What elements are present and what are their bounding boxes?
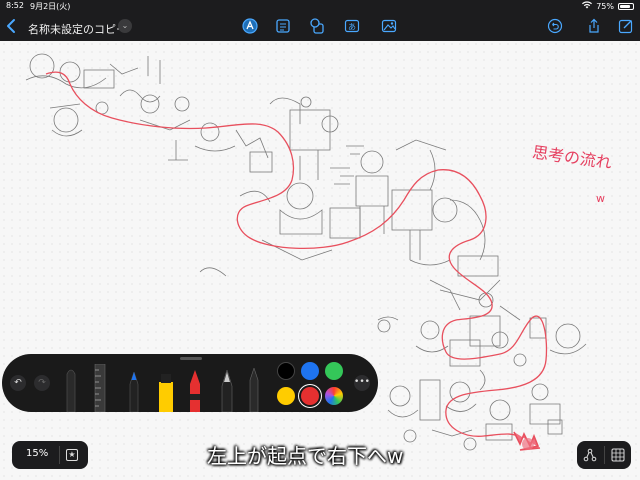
image-icon[interactable] [380, 17, 398, 35]
color-red[interactable] [301, 387, 319, 405]
pen-tool-black[interactable] [248, 368, 260, 412]
options-divider [604, 446, 605, 464]
undo-icon[interactable] [546, 17, 564, 35]
chevron-down-icon[interactable]: ⌄ [118, 19, 132, 33]
svg-text:あ: あ [348, 23, 356, 32]
new-board-icon[interactable] [617, 17, 635, 35]
freeform-canvas[interactable] [0, 41, 640, 480]
status-right: 75% [582, 1, 634, 11]
color-blue[interactable] [301, 362, 319, 380]
palette-undo-icon[interactable]: ↶ [10, 375, 26, 391]
note-icon[interactable] [274, 17, 292, 35]
share-icon[interactable] [585, 17, 603, 35]
bookmark-star-icon[interactable]: ★ [66, 449, 78, 461]
end-scribble [513, 431, 541, 451]
status-date: 9月2日(火) [30, 2, 71, 11]
zoom-control: 15% ★ [12, 441, 88, 469]
text-icon[interactable]: あ [343, 17, 361, 35]
caption-overlay: 左上が起点で右下へw [207, 444, 404, 468]
zoom-divider [59, 446, 60, 464]
color-picker-icon[interactable] [325, 387, 343, 405]
zoom-level[interactable]: 15% [26, 448, 48, 459]
chevron-left-icon [7, 19, 15, 33]
wifi-icon [582, 1, 593, 11]
eraser-tool[interactable] [64, 366, 78, 412]
pencil-tool-blue[interactable] [128, 372, 140, 412]
grid-icon[interactable] [611, 448, 625, 462]
color-green[interactable] [325, 362, 343, 380]
status-time: 8:52 [6, 1, 24, 10]
color-black[interactable] [277, 362, 295, 380]
tool-palette: ↶ ↷ ••• [2, 354, 378, 412]
battery-percent: 75% [596, 1, 614, 11]
handwritten-suffix: w [596, 192, 605, 205]
fountain-pen-tool[interactable] [220, 370, 234, 412]
ruler-tool[interactable] [94, 364, 106, 412]
battery-icon [618, 2, 634, 10]
palette-redo-icon[interactable]: ↷ [34, 375, 50, 391]
back-button[interactable] [4, 17, 20, 35]
palette-grabber[interactable] [180, 357, 202, 360]
canvas-options [577, 441, 631, 469]
toolbar: 名称未設定のコピー ⌄ あ [0, 12, 640, 41]
more-options-icon[interactable]: ••• [354, 375, 370, 391]
shapes-icon[interactable] [308, 17, 326, 35]
color-yellow[interactable] [277, 387, 295, 405]
pen-tool-icon[interactable] [241, 17, 259, 35]
top-bar: 8:52 9月2日(火) 75% 名称未設定のコピー ⌄ あ [0, 0, 640, 41]
connector-icon[interactable] [583, 448, 597, 462]
crayon-tool-red[interactable] [188, 370, 202, 412]
document-title[interactable]: 名称未設定のコピー [28, 21, 127, 37]
status-bar: 8:52 9月2日(火) 75% [0, 0, 640, 12]
marker-tool-yellow[interactable] [158, 372, 174, 412]
